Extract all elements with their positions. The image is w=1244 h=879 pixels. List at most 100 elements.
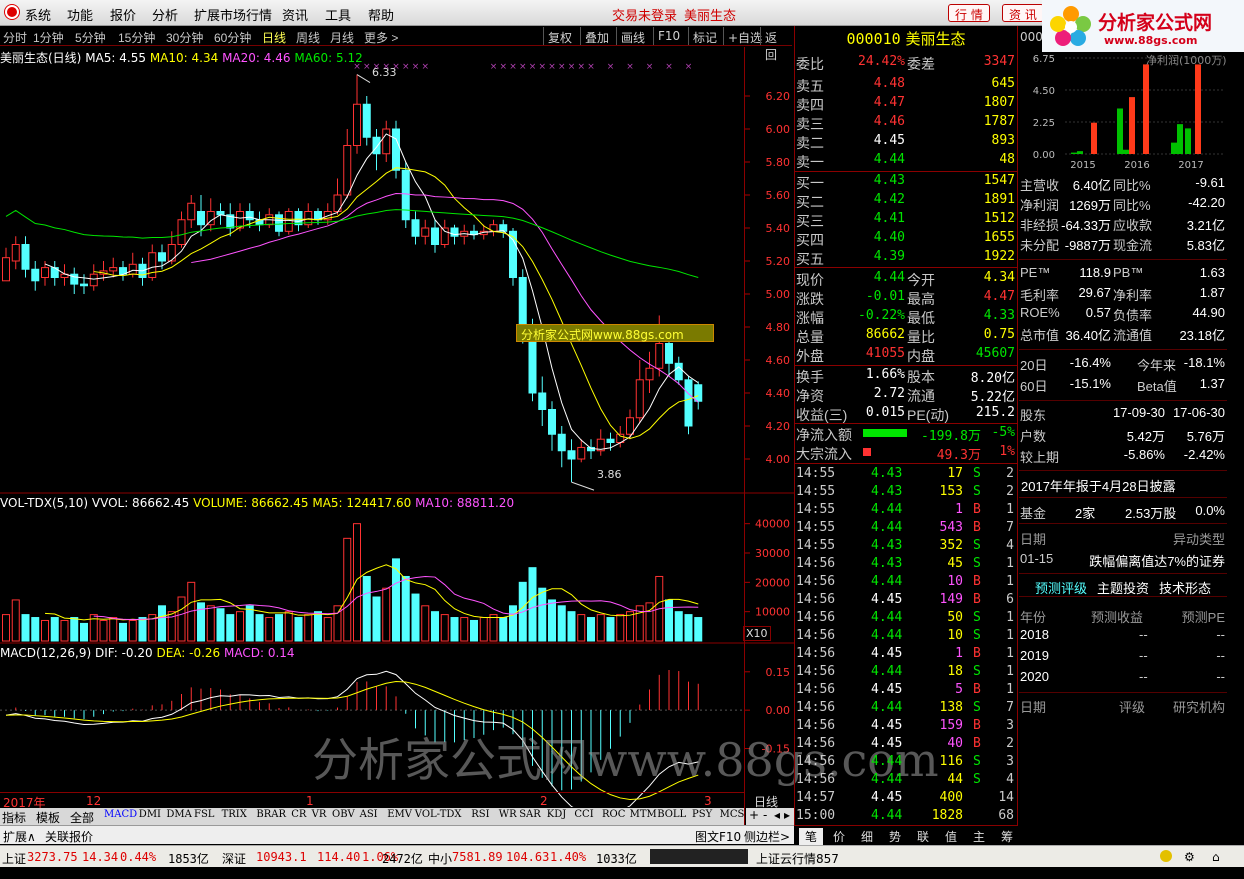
volume-bar	[70, 617, 79, 642]
f10-graphic-button[interactable]: 图文F10	[695, 828, 741, 845]
indicator-tab[interactable]: 指标	[2, 809, 26, 826]
signal-mark: ×	[490, 62, 498, 72]
indicator-tab[interactable]: SAR	[519, 809, 541, 820]
ask-level-row[interactable]: 卖一 4.44 48	[795, 152, 1017, 171]
quote-tab[interactable]: 价	[827, 828, 851, 845]
quote-tab[interactable]: 主	[967, 828, 991, 845]
indicator-tab[interactable]: FSL	[194, 809, 214, 820]
app-logo-icon[interactable]	[5, 5, 19, 19]
indicator-tab[interactable]: EMV	[387, 809, 412, 820]
indicator-tab[interactable]: KDJ	[547, 809, 567, 820]
period-tab-15min[interactable]: 15分钟	[118, 29, 155, 46]
report-notice[interactable]: 2017年年报于4月28日披露	[1021, 476, 1176, 495]
bid-level-row[interactable]: 买五 4.39 1922	[795, 249, 1017, 268]
ask-level-row[interactable]: 卖五 4.48 645	[795, 76, 1017, 95]
bid-level-row[interactable]: 买二 4.42 1891	[795, 192, 1017, 211]
settings-icon[interactable]: ⚙	[1184, 850, 1195, 864]
lock-icon[interactable]: ⌂	[1212, 850, 1220, 864]
indicator-tab[interactable]: OBV	[332, 809, 355, 820]
indicator-tab[interactable]: PSY	[692, 809, 712, 820]
indicator-tab[interactable]: 模板	[36, 809, 60, 826]
indicator-tab[interactable]: ROC	[602, 809, 625, 820]
bid-level-row[interactable]: 买三 4.41 1512	[795, 211, 1017, 230]
related-quote-button[interactable]: 关联报价	[45, 828, 93, 845]
zoom-out-icon[interactable]: -	[763, 808, 767, 822]
indicator-tab[interactable]: BOLL	[657, 809, 686, 820]
mark-button[interactable]: 标记	[688, 27, 721, 45]
sidebar-toggle-button[interactable]: 侧边栏>	[744, 828, 790, 845]
adjust-button[interactable]: 复权	[543, 27, 576, 45]
indicator-tab[interactable]: MACD	[104, 809, 137, 820]
draw-line-button[interactable]: 画线	[616, 27, 649, 45]
scroll-right-icon[interactable]: ▸	[784, 808, 790, 822]
alert-icon[interactable]	[1160, 850, 1172, 862]
menu-news[interactable]: 资讯	[282, 5, 308, 24]
server-status[interactable]: 上证云行情857	[756, 850, 839, 867]
period-tab-1min[interactable]: 1分钟	[33, 29, 64, 46]
quote-tab[interactable]: 值	[939, 828, 963, 845]
event-type[interactable]: 跌幅偏离值达7%的证券	[1089, 551, 1225, 570]
indicator-tab[interactable]: BRAR	[256, 809, 286, 820]
quote-tab[interactable]: 笔	[799, 828, 823, 845]
menu-function[interactable]: 功能	[67, 5, 93, 24]
menu-help[interactable]: 帮助	[368, 5, 394, 24]
quote-tab[interactable]: 势	[883, 828, 907, 845]
period-tab-intraday[interactable]: 分时	[3, 29, 27, 46]
tab-tech-pattern[interactable]: 技术形态	[1159, 578, 1211, 597]
quote-tab[interactable]: 联	[911, 828, 935, 845]
indicator-tab[interactable]: VOL-TDX	[415, 809, 462, 820]
ask-level-row[interactable]: 卖二 4.45 893	[795, 133, 1017, 152]
indicator-tab[interactable]: TRIX	[222, 809, 247, 820]
tab-forecast-rating[interactable]: 预测评级	[1035, 578, 1087, 597]
indicator-tab[interactable]: DMA	[166, 809, 191, 820]
indicator-tab[interactable]: MTM	[630, 809, 657, 820]
f10-button[interactable]: F10	[653, 27, 684, 45]
indicator-tab[interactable]: CR	[291, 809, 306, 820]
ask-price: 4.46	[873, 114, 905, 129]
sz-index-label[interactable]: 深证	[222, 850, 246, 867]
bid-level-row[interactable]: 买四 4.40 1655	[795, 230, 1017, 249]
menu-ext-market[interactable]: 扩展市场行情	[194, 5, 272, 24]
quote-mode-button[interactable]: 行 情	[948, 4, 990, 22]
sh-index-label[interactable]: 上证	[2, 850, 26, 867]
ask-level-row[interactable]: 卖四 4.47 1807	[795, 95, 1017, 114]
period-tab-monthly[interactable]: 月线	[330, 29, 354, 46]
menu-analysis[interactable]: 分析	[152, 5, 178, 24]
indicator-tab[interactable]: ASI	[360, 809, 378, 820]
zoom-in-icon[interactable]: +	[749, 808, 759, 822]
period-more-button[interactable]: 更多 >	[364, 29, 398, 46]
period-tab-weekly[interactable]: 周线	[296, 29, 320, 46]
quote-tab[interactable]: 筹	[995, 828, 1019, 845]
scroll-left-icon[interactable]: ◂	[774, 808, 780, 822]
news-mode-button[interactable]: 资 讯	[1002, 4, 1044, 22]
bid-level-row[interactable]: 买一 4.43 1547	[795, 173, 1017, 192]
indicator-tab[interactable]: CCI	[574, 809, 593, 820]
indicator-tab[interactable]: RSI	[471, 809, 489, 820]
period-tab-5min[interactable]: 5分钟	[75, 29, 106, 46]
trade-status[interactable]: 交易未登录	[612, 5, 677, 24]
period-tab-daily[interactable]: 日线	[262, 29, 286, 46]
back-button[interactable]: 返回	[760, 27, 792, 62]
indicator-tab[interactable]: VR	[312, 809, 327, 820]
price-axis-label: 4.80	[766, 321, 791, 334]
quote-stat-row: 外盘 41055 内盘 45607	[795, 346, 1017, 365]
menu-system[interactable]: 系统	[25, 5, 51, 24]
menu-quote[interactable]: 报价	[110, 5, 136, 24]
smb-index-label[interactable]: 中小	[428, 850, 452, 867]
tick-row: 14:55 4.44 543 B 7	[795, 520, 1017, 538]
period-tab-30min[interactable]: 30分钟	[166, 29, 203, 46]
volume-bar	[294, 617, 303, 642]
indicator-tab[interactable]: 全部	[70, 809, 94, 826]
low-marker	[571, 481, 595, 491]
indicator-tab[interactable]: WR	[499, 809, 517, 820]
quote-stat-row: 涨幅 -0.22% 最低 4.33	[795, 308, 1017, 327]
indicator-tab[interactable]: DMI	[139, 809, 161, 820]
quote-tab[interactable]: 细	[855, 828, 879, 845]
expand-button[interactable]: 扩展∧	[3, 828, 36, 845]
kline-chart[interactable]: 6.20 6.00 5.80 5.60 5.40 5.20 5.00 4.80 4.60 4.40…	[0, 47, 794, 807]
menu-tools[interactable]: 工具	[325, 5, 351, 24]
tab-theme-invest[interactable]: 主题投资	[1097, 578, 1149, 597]
period-tab-60min[interactable]: 60分钟	[214, 29, 251, 46]
overlay-button[interactable]: 叠加	[580, 27, 613, 45]
ask-level-row[interactable]: 卖三 4.46 1787	[795, 114, 1017, 133]
